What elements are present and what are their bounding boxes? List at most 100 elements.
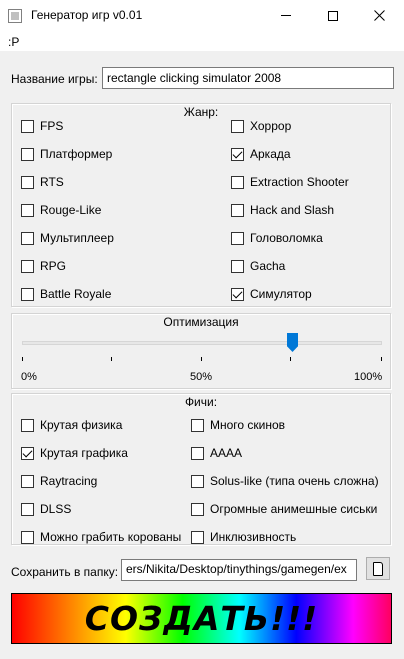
feature-checkbox-label: AAAA	[210, 446, 243, 460]
genre-checkbox-box[interactable]	[21, 287, 34, 301]
genre-checkbox-label: RPG	[40, 259, 67, 273]
genre-title: Жанр:	[183, 105, 219, 119]
feature-checkbox-box[interactable]	[191, 502, 204, 516]
genre-group: Жанр: FPS Платформер RTS Rouge-Like Мультипл…	[11, 103, 391, 307]
feature-checkbox[interactable]: AAAA	[191, 445, 242, 461]
feature-checkbox[interactable]: Можно грабить корованы	[21, 529, 181, 545]
genre-checkbox[interactable]: RTS	[21, 174, 64, 190]
feature-checkbox-label: Solus-like (типа очень сложна)	[210, 474, 379, 488]
menu-bar: :P	[0, 31, 404, 52]
feature-checkbox-box[interactable]	[21, 530, 34, 544]
feature-checkbox-label: Raytracing	[40, 474, 98, 488]
game-name-label: Название игры:	[11, 72, 98, 86]
slider-tick	[290, 357, 291, 361]
minimize-icon	[280, 15, 291, 16]
genre-checkbox-label: Hack and Slash	[250, 203, 335, 217]
genre-checkbox-label: RTS	[40, 175, 64, 189]
feature-checkbox-label: Крутая графика	[40, 446, 128, 460]
save-path-field[interactable]: ers/Nikita/Desktop/tinythings/gamegen/ex	[121, 559, 357, 581]
feature-checkbox[interactable]: Raytracing	[21, 473, 97, 489]
genre-checkbox-label: Battle Royale	[40, 287, 112, 301]
genre-checkbox[interactable]: Платформер	[21, 146, 112, 162]
maximize-button[interactable]	[310, 0, 355, 31]
genre-checkbox-label: Rouge-Like	[40, 203, 102, 217]
feature-checkbox-box[interactable]	[191, 418, 204, 432]
genre-checkbox[interactable]: Симулятор	[231, 286, 312, 302]
title-bar: Генератор игр v0.01	[0, 0, 404, 31]
create-button[interactable]: СОЗДАТЬ!!!	[11, 593, 392, 644]
genre-checkbox-label: FPS	[40, 119, 64, 133]
genre-checkbox[interactable]: FPS	[21, 118, 63, 134]
genre-checkbox[interactable]: Хоррор	[231, 118, 291, 134]
feature-checkbox-label: Огромные анимешные сиськи	[210, 502, 378, 516]
slider-max-label: 100%	[354, 371, 383, 383]
optimization-slider-handle[interactable]	[287, 333, 298, 352]
genre-checkbox-box[interactable]	[21, 175, 34, 189]
feature-checkbox[interactable]: DLSS	[21, 501, 71, 517]
optimization-slider-track[interactable]	[22, 341, 382, 345]
feature-checkbox[interactable]: Инклюзивность	[191, 529, 296, 545]
close-icon	[374, 10, 385, 21]
feature-checkbox-label: Можно грабить корованы	[40, 530, 182, 544]
genre-checkbox[interactable]: Hack and Slash	[231, 202, 334, 218]
genre-checkbox-box[interactable]	[21, 203, 34, 217]
feature-checkbox-label: Много скинов	[210, 418, 286, 432]
genre-checkbox[interactable]: Gacha	[231, 258, 285, 274]
menu-item[interactable]: :P	[8, 35, 19, 49]
feature-checkbox[interactable]: Огромные анимешные сиськи	[191, 501, 377, 517]
genre-checkbox-label: Симулятор	[250, 287, 312, 301]
genre-checkbox-label: Gacha	[250, 259, 286, 273]
feature-checkbox-box[interactable]	[21, 502, 34, 516]
minimize-button[interactable]	[263, 0, 308, 31]
feature-checkbox-box[interactable]	[21, 418, 34, 432]
slider-tick	[201, 357, 202, 361]
genre-checkbox-label: Мультиплеер	[40, 231, 114, 245]
feature-checkbox-box[interactable]	[191, 446, 204, 460]
genre-checkbox[interactable]: Головоломка	[231, 230, 323, 246]
genre-checkbox-box[interactable]	[231, 175, 244, 189]
feature-checkbox-box[interactable]	[191, 474, 204, 488]
feature-checkbox[interactable]: Много скинов	[191, 417, 285, 433]
close-button[interactable]	[357, 0, 402, 31]
genre-checkbox-box[interactable]	[231, 259, 244, 273]
game-name-input[interactable]	[102, 67, 394, 89]
genre-checkbox-box[interactable]	[21, 231, 34, 245]
genre-checkbox-label: Платформер	[40, 147, 113, 161]
browse-folder-button[interactable]	[366, 557, 390, 580]
feature-checkbox[interactable]: Solus-like (типа очень сложна)	[191, 473, 379, 489]
optimization-title: Оптимизация	[163, 315, 239, 329]
genre-checkbox-label: Аркада	[250, 147, 291, 161]
genre-checkbox[interactable]: Аркада	[231, 146, 291, 162]
slider-min-label: 0%	[21, 371, 37, 383]
feature-checkbox-box[interactable]	[191, 530, 204, 544]
genre-checkbox[interactable]: Мультиплеер	[21, 230, 114, 246]
maximize-icon	[327, 10, 338, 21]
slider-tick	[381, 357, 382, 361]
feature-checkbox[interactable]: Крутая графика	[21, 445, 128, 461]
feature-checkbox-box[interactable]	[21, 474, 34, 488]
feature-checkbox-label: Крутая физика	[40, 418, 123, 432]
genre-checkbox[interactable]: Rouge-Like	[21, 202, 101, 218]
genre-checkbox-box[interactable]	[21, 259, 34, 273]
genre-checkbox-box[interactable]	[231, 203, 244, 217]
genre-checkbox-box[interactable]	[21, 119, 34, 133]
genre-checkbox-box[interactable]	[231, 231, 244, 245]
genre-checkbox-box[interactable]	[21, 147, 34, 161]
window-title: Генератор игр v0.01	[31, 8, 143, 22]
genre-checkbox-box[interactable]	[231, 119, 244, 133]
app-icon	[8, 9, 22, 23]
save-folder-label: Сохранить в папку:	[11, 565, 119, 579]
genre-checkbox-label: Головоломка	[250, 231, 323, 245]
genre-checkbox[interactable]: RPG	[21, 258, 66, 274]
features-group: Фичи: Крутая физика Крутая графика Raytrac…	[11, 393, 391, 545]
slider-tick	[111, 357, 112, 361]
genre-checkbox[interactable]: Battle Royale	[21, 286, 111, 302]
feature-checkbox-box[interactable]	[21, 446, 34, 460]
genre-checkbox-box[interactable]	[231, 287, 244, 301]
genre-checkbox-box[interactable]	[231, 147, 244, 161]
feature-checkbox[interactable]: Крутая физика	[21, 417, 122, 433]
genre-checkbox[interactable]: Extraction Shooter	[231, 174, 349, 190]
folder-icon	[373, 561, 383, 576]
feature-checkbox-label: DLSS	[40, 502, 72, 516]
features-title: Фичи:	[184, 395, 218, 409]
